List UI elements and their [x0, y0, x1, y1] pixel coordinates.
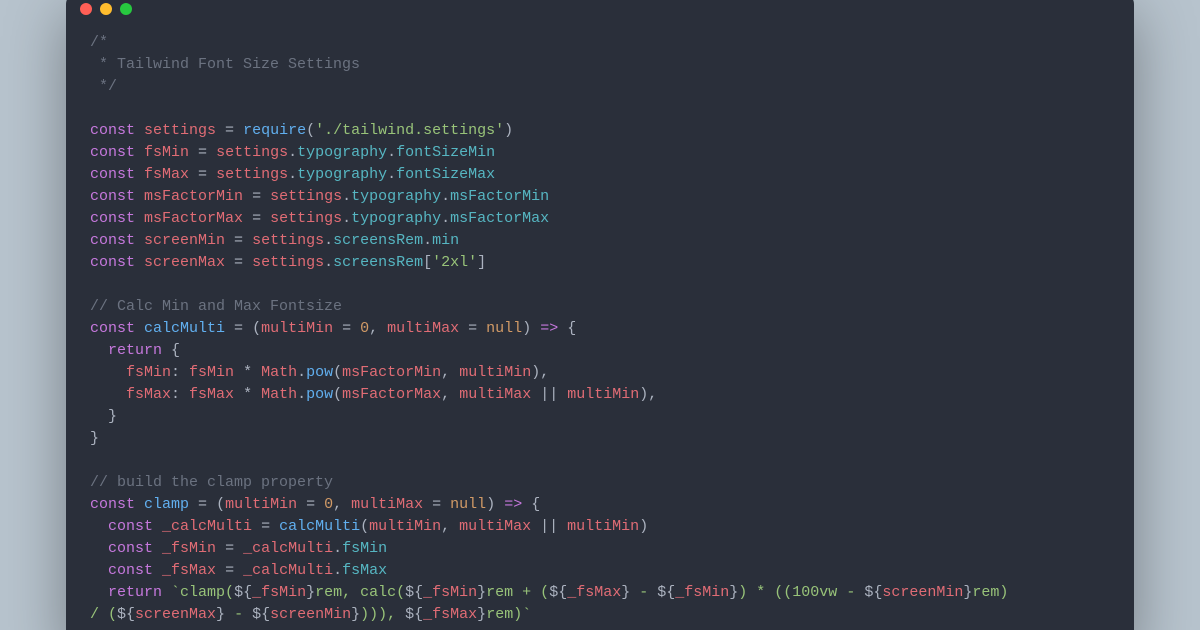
code-content: /* * Tailwind Font Size Settings */ cons… — [90, 32, 1134, 626]
zoom-icon[interactable] — [120, 3, 132, 15]
string-literal: './tailwind.settings' — [315, 122, 504, 139]
comment-line: // Calc Min and Max Fontsize — [90, 298, 342, 315]
keyword: const — [90, 122, 135, 139]
comment-line: * Tailwind Font Size Settings — [90, 56, 360, 73]
identifier: settings — [144, 122, 216, 139]
window-titlebar — [66, 0, 1134, 24]
comment-line: /* — [90, 34, 108, 51]
close-icon[interactable] — [80, 3, 92, 15]
comment-line: // build the clamp property — [90, 474, 333, 491]
code-editor: /* * Tailwind Font Size Settings */ cons… — [66, 24, 1134, 630]
code-window: /* * Tailwind Font Size Settings */ cons… — [66, 0, 1134, 630]
comment-line: */ — [90, 78, 117, 95]
minimize-icon[interactable] — [100, 3, 112, 15]
operator: = — [216, 122, 243, 139]
function-call: require — [243, 122, 306, 139]
